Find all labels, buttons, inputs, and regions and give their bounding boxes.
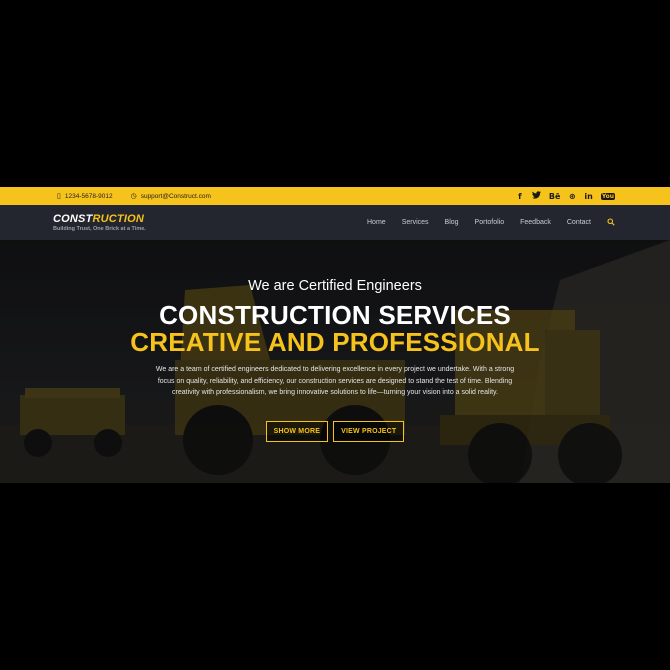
email-link[interactable]: support@Construct.com (141, 193, 211, 200)
search-icon[interactable] (607, 217, 615, 228)
hero-buttons: SHOW MORE VIEW PROJECT (0, 420, 670, 442)
hero-description: We are a team of certified engineers ded… (155, 366, 515, 396)
brand-logo[interactable]: CONSTRUCTION Building Trust, One Brick a… (53, 213, 146, 232)
hero-eyebrow: We are Certified Engineers (248, 278, 422, 294)
main-navbar: CONSTRUCTION Building Trust, One Brick a… (0, 205, 670, 240)
brand-name-part2: RUCTION (92, 213, 145, 225)
nav-item-portofolio[interactable]: Portofolio (475, 219, 505, 226)
phone-number[interactable]: 1234-5678-9012 (65, 193, 113, 200)
social-links: f Bē ⊛ in You (516, 191, 615, 201)
top-bar: ▯ 1234-5678-9012 ◷ support@Construct.com… (0, 187, 670, 205)
brand-name: CONSTRUCTION (53, 213, 146, 225)
hero-section: We are Certified Engineers CONSTRUCTION … (0, 240, 670, 483)
website: ▯ 1234-5678-9012 ◷ support@Construct.com… (0, 187, 670, 483)
brand-tagline: Building Trust, One Brick at a Time. (53, 226, 146, 232)
show-more-button[interactable]: SHOW MORE (265, 420, 329, 442)
nav-item-blog[interactable]: Blog (445, 219, 459, 226)
clock-icon: ◷ (130, 193, 137, 200)
linkedin-icon[interactable]: in (584, 192, 592, 201)
nav-item-home[interactable]: Home (367, 219, 386, 226)
nav-menu: Home Services Blog Portofolio Feedback C… (367, 217, 615, 228)
hero-content: We are Certified Engineers CONSTRUCTION … (0, 240, 670, 442)
youtube-icon[interactable]: You (600, 192, 615, 200)
nav-item-feedback[interactable]: Feedback (520, 219, 551, 226)
nav-item-contact[interactable]: Contact (567, 219, 591, 226)
top-contact: ▯ 1234-5678-9012 ◷ support@Construct.com (57, 192, 211, 201)
hero-title-line1: CONSTRUCTION SERVICES (159, 300, 511, 330)
phone-icon: ▯ (57, 193, 61, 200)
nav-item-services[interactable]: Services (402, 219, 429, 226)
behance-icon[interactable]: Bē (549, 192, 561, 201)
hero-title-line2: CREATIVE AND PROFESSIONAL (130, 327, 540, 357)
dribbble-icon[interactable]: ⊛ (568, 192, 576, 201)
brand-name-part1: CONST (53, 213, 93, 225)
view-project-button[interactable]: VIEW PROJECT (333, 420, 405, 442)
facebook-icon[interactable]: f (516, 192, 524, 201)
twitter-icon[interactable] (531, 191, 541, 201)
